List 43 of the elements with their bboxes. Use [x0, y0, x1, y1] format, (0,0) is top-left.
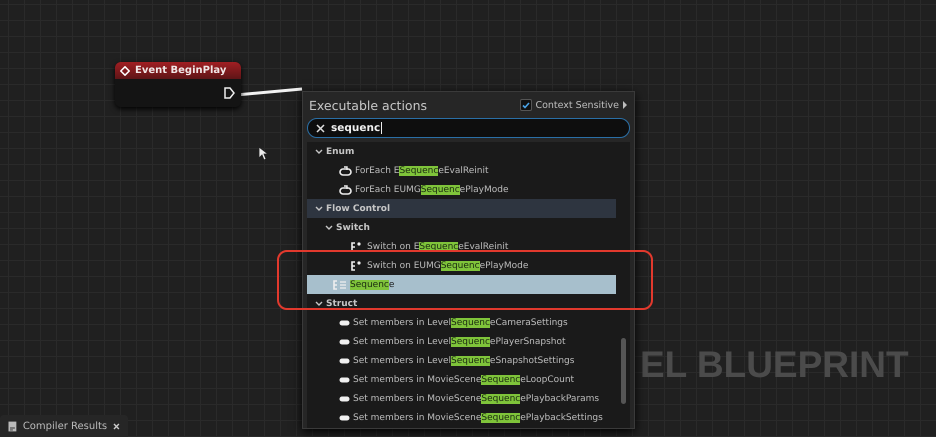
action-item[interactable]: Sequence	[307, 275, 616, 294]
scrollbar-thumb[interactable]	[621, 338, 626, 404]
clear-icon[interactable]	[316, 124, 325, 132]
chevron-icon[interactable]	[315, 206, 323, 212]
loop-icon	[339, 184, 352, 194]
search-field[interactable]: sequenc	[307, 118, 630, 138]
action-item[interactable]: ForEach EUMGSequencePlayMode	[307, 180, 616, 199]
action-item[interactable]: Set members in LevelSequencePlayerSnapshot	[307, 332, 616, 351]
chevron-icon	[622, 101, 628, 109]
struct-icon	[339, 358, 350, 364]
struct-icon	[339, 396, 350, 402]
action-item[interactable]: Set members in MovieSceneSequenceLoopCount	[307, 370, 616, 389]
action-item[interactable]: Set members in LevelSequenceSnapshotSettings	[307, 351, 616, 370]
action-item[interactable]: Switch on ESequenceEvalReinit	[307, 237, 616, 256]
event-node[interactable]: Event BeginPlay	[115, 62, 241, 107]
struct-icon	[339, 376, 350, 382]
loop-icon	[339, 166, 352, 176]
exec-pin-icon[interactable]	[224, 87, 235, 99]
chevron-icon[interactable]	[325, 224, 333, 230]
compiler-results-tab[interactable]: Compiler Results	[0, 415, 128, 437]
menu-title: Executable actions	[309, 98, 428, 112]
sequence-icon	[333, 278, 347, 290]
action-item[interactable]: Set members in MovieSceneSequencePlaybackSettings	[307, 408, 616, 427]
close-icon[interactable]	[113, 422, 120, 430]
mouse-cursor-icon	[258, 146, 268, 161]
chevron-icon[interactable]	[315, 300, 323, 306]
struct-icon	[339, 414, 350, 420]
node-title: Event BeginPlay	[135, 65, 226, 76]
category-row[interactable]: Struct	[307, 294, 616, 313]
struct-icon	[339, 338, 350, 344]
action-item[interactable]: Switch on EUMGSequencePlayMode	[307, 256, 616, 275]
action-item[interactable]: Set members in LevelSequenceCameraSettings	[307, 313, 616, 332]
struct-icon	[339, 320, 350, 326]
context-checkbox[interactable]	[520, 99, 532, 111]
chevron-icon[interactable]	[315, 148, 323, 154]
event-icon	[120, 66, 130, 76]
category-row[interactable]: Flow Control	[307, 199, 616, 218]
category-row[interactable]: Switch	[307, 218, 616, 237]
document-icon	[8, 420, 17, 432]
action-item[interactable]: ForEach ESequenceEvalReinit	[307, 161, 616, 180]
action-item[interactable]: Set members in MovieSceneSequencePlaybackParams	[307, 389, 616, 408]
category-row[interactable]: Enum	[307, 142, 616, 161]
context-label: Context Sensitive	[535, 100, 619, 110]
